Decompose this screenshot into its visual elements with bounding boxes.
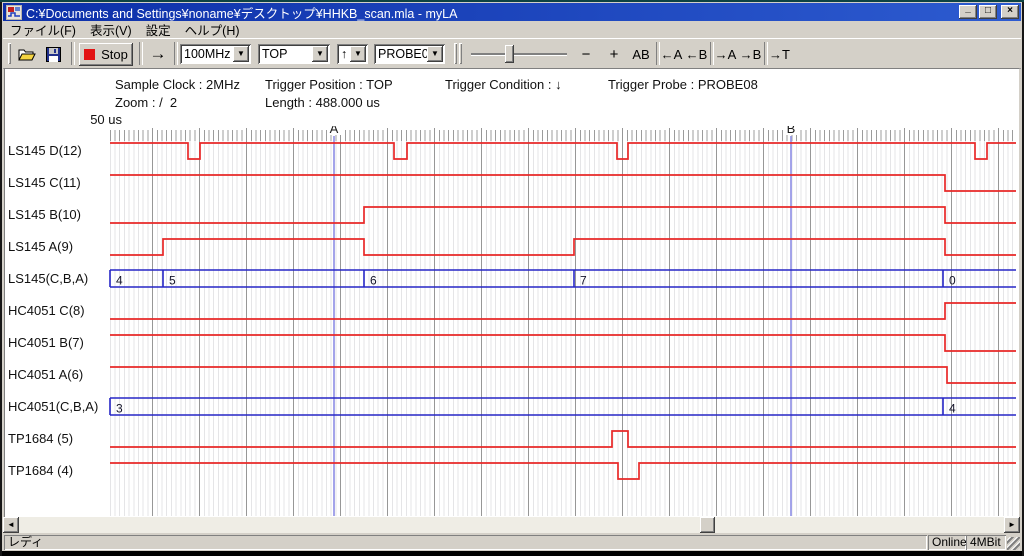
menu-file[interactable]: ファイル(F) [3,19,83,40]
channel-trace [110,367,1016,383]
bus-value: 3 [116,402,123,416]
folder-open-icon [18,47,36,61]
sample-clock-info: Sample Clock : 2MHz [115,77,240,92]
zoom-slider-thumb[interactable] [505,45,514,63]
bus-value: 4 [949,402,956,416]
status-bar: レディ Online 4MBit [2,533,1022,551]
channel-trace [110,239,1016,255]
resize-grip[interactable] [1007,537,1020,550]
goto-marker-b-button[interactable]: ←B [685,43,708,65]
trigger-condition-info: Trigger Condition : ↓ [445,77,562,92]
menu-help[interactable]: ヘルプ(H) [178,19,247,40]
channel-trace [110,143,1016,159]
trigger-probe-info: Trigger Probe : PROBE08 [608,77,758,92]
chevron-down-icon[interactable]: ▼ [312,46,328,62]
toolbar-separator [174,42,178,65]
trigger-edge-select[interactable]: ↑ ▼ [337,44,368,64]
trace-layer: 4 5 6 7 0 3 4 [110,143,1016,479]
app-window: C:¥Documents and Settings¥noname¥デスクトップ¥… [0,0,1024,556]
goto-trigger-button[interactable]: →T [768,43,791,65]
zoom-in-button[interactable]: + [603,43,625,65]
channel-label: HC4051 C(8) [8,303,85,319]
channel-trace [110,335,1016,351]
marker-layer: AB [327,126,798,516]
trigger-position-info: Trigger Position : TOP [265,77,393,92]
channel-trace [110,207,1016,223]
scrollbar-thumb[interactable] [700,517,715,533]
trigger-position-select[interactable]: TOP ▼ [258,44,330,64]
chevron-down-icon[interactable]: ▼ [233,46,249,62]
channel-label: HC4051 A(6) [8,367,83,383]
marker-label: B [787,126,796,136]
close-button[interactable]: × [1001,5,1019,19]
toolbar-separator [139,42,143,65]
horizontal-scrollbar[interactable]: ◄ ► [3,517,1020,533]
channel-trace [110,463,1016,479]
toolbar-grip[interactable] [8,43,11,64]
ab-range-button[interactable]: AB [629,43,653,65]
status-message: レディ [4,535,927,550]
zoom-slider-track[interactable] [471,53,567,55]
run-arrow-icon: → [150,44,167,64]
bus-value: 7 [580,274,587,288]
channel-trace [110,175,1016,191]
channel-label: LS145 A(9) [8,239,73,255]
set-marker-a-button[interactable]: →A [714,43,737,65]
toolbar-grip[interactable] [454,43,457,64]
minimize-button[interactable]: _ [959,5,977,19]
channel-label: TP1684 (4) [8,463,73,479]
save-button[interactable] [41,43,65,65]
menu-bar: ファイル(F) 表示(V) 設定 ヘルプ(H) [3,21,1021,38]
sample-clock-select[interactable]: 100MHz ▼ [180,44,251,64]
stop-icon [84,49,95,60]
bus-value: 0 [949,274,956,288]
chevron-down-icon[interactable]: ▼ [350,46,366,62]
marker-label: A [330,126,339,136]
scroll-left-button[interactable]: ◄ [3,517,19,533]
waveform-display[interactable]: AB4567034 [106,126,1018,516]
toolbar-grip[interactable] [459,43,462,64]
run-button[interactable]: → [144,43,172,65]
channel-label: LS145 C(11) [8,175,81,191]
channel-label: HC4051 B(7) [8,335,84,351]
toolbar: Stop → 100MHz ▼ TOP ▼ ↑ ▼ PROBE00 ▼ − + … [3,38,1021,69]
channel-label: TP1684 (5) [8,431,73,447]
scroll-right-icon: ► [1008,520,1016,529]
channel-label: HC4051(C,B,A) [8,399,98,415]
set-marker-b-button[interactable]: →B [739,43,762,65]
length-info: Length : 488.000 us [265,95,380,110]
zoom-out-button[interactable]: − [575,43,597,65]
grid-layer [110,128,1012,516]
online-status-badge: Online [928,535,966,550]
zoom-info: Zoom : / 2 [115,95,177,110]
time-scale-label: 50 us [58,112,122,127]
menu-view[interactable]: 表示(V) [83,19,139,40]
open-file-button[interactable] [15,43,39,65]
channel-label: LS145 D(12) [8,143,82,159]
stop-button[interactable]: Stop [79,43,133,66]
app-icon [6,5,22,20]
menu-settings[interactable]: 設定 [139,19,178,40]
bus-value: 6 [370,274,377,288]
maximize-button[interactable]: □ [979,5,997,19]
channel-label: LS145(C,B,A) [8,271,88,287]
floppy-disk-icon [46,47,61,62]
channel-label: LS145 B(10) [8,207,81,223]
toolbar-separator [71,42,75,65]
chevron-down-icon[interactable]: ▼ [427,46,443,62]
channel-trace [110,431,1016,447]
memory-status-badge: 4MBit [966,535,1006,550]
scroll-left-icon: ◄ [7,520,15,529]
bus-value: 5 [169,274,176,288]
scroll-right-button[interactable]: ► [1004,517,1020,533]
channel-trace [110,303,1016,319]
bus-value: 4 [116,274,123,288]
trigger-probe-select[interactable]: PROBE00 ▼ [374,44,445,64]
goto-marker-a-button[interactable]: ←A [660,43,683,65]
